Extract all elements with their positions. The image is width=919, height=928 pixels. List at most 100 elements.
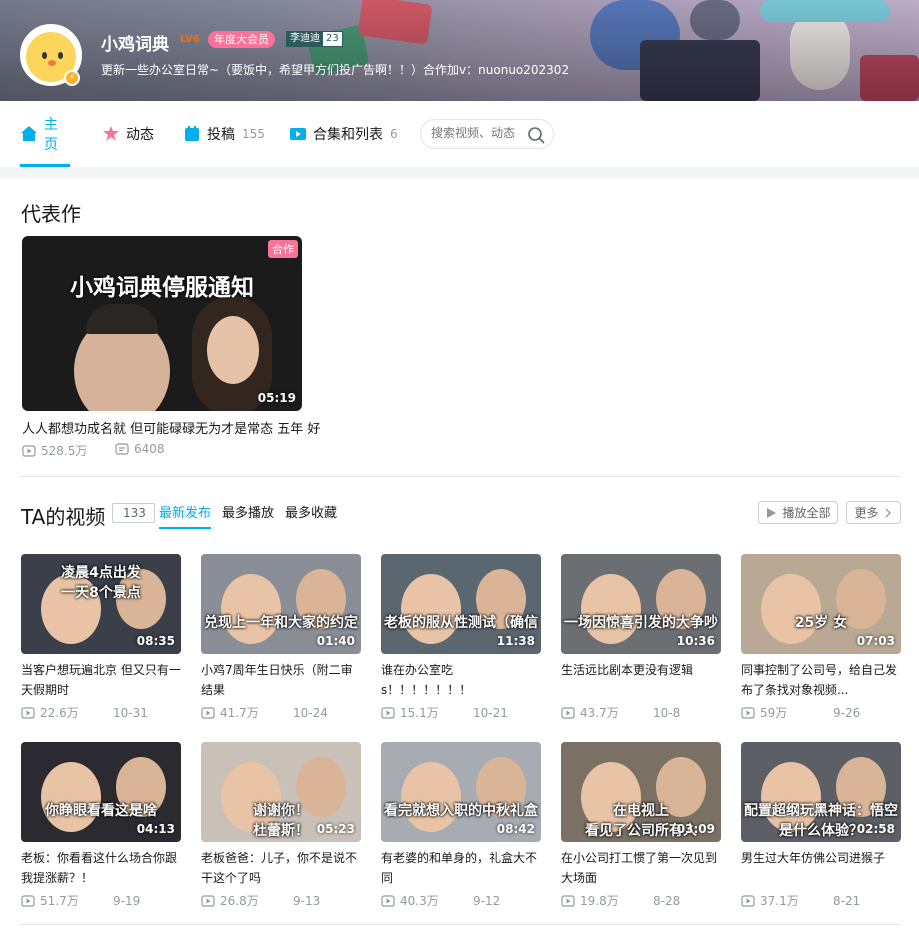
video-card[interactable]: 25岁 女 07:03 同事控制了公司号，给自己发布了条找对象视频... 59万 9-2…: [741, 554, 901, 724]
video-card[interactable]: 凌晨4点出发 一天8个景点 08:35 当客户想玩遍北京 但又只有一天假期时 22.6…: [21, 554, 181, 724]
cover-person: [761, 574, 821, 644]
play-all-button[interactable]: 播放全部: [758, 501, 838, 524]
play-icon: [201, 894, 215, 907]
tab-collections[interactable]: 合集和列表 6: [289, 101, 398, 167]
video-meta: 40.3万 9-12: [381, 892, 541, 909]
video-thumbnail[interactable]: 配置超纲玩黑神话：悟空 是什么体验？ 02:58: [741, 742, 901, 842]
sort-most-played[interactable]: 最多播放: [222, 502, 274, 521]
play-icon: [561, 706, 575, 719]
video-thumbnail[interactable]: 老板的服从性测试（确信 11:38: [381, 554, 541, 654]
video-date: 9-26: [833, 705, 861, 720]
video-thumbnail[interactable]: 兑现上一年和大家的约定 01:40: [201, 554, 361, 654]
video-plays: 40.3万: [400, 894, 439, 908]
video-duration: 01:40: [316, 634, 355, 648]
cover-person: [401, 574, 461, 644]
video-thumbnail[interactable]: 你睁眼看看这是啥 04:13: [21, 742, 181, 842]
vip-badge[interactable]: 年度大会员: [208, 31, 275, 48]
upload-icon: [183, 125, 201, 143]
danmaku-icon: [115, 443, 129, 455]
video-thumbnail[interactable]: 25岁 女 07:03: [741, 554, 901, 654]
more-label: 更多: [854, 506, 879, 520]
video-duration: 05:23: [316, 822, 355, 836]
play-icon: [201, 706, 215, 719]
collab-tag: 合作: [268, 240, 298, 258]
video-plays: 19.8万: [580, 894, 619, 908]
video-title[interactable]: 谁在办公室吃s！！！！！！！: [381, 660, 543, 700]
video-duration: 04:13: [136, 822, 175, 836]
video-thumbnail[interactable]: 看完就想入职的中秋礼盒 08:42: [381, 742, 541, 842]
video-date: 10-21: [473, 705, 508, 720]
sort-latest[interactable]: 最新发布: [159, 502, 212, 529]
dynamic-icon: [102, 125, 120, 143]
video-duration: 05:19: [257, 391, 296, 405]
video-plays: 22.6万: [40, 706, 79, 720]
video-title[interactable]: 同事控制了公司号，给自己发布了条找对象视频...: [741, 660, 903, 700]
cover-person: [221, 574, 281, 644]
tab-uploads[interactable]: 投稿 155: [183, 101, 265, 167]
video-thumbnail[interactable]: 凌晨4点出发 一天8个景点 08:35: [21, 554, 181, 654]
video-card[interactable]: 配置超纲玩黑神话：悟空 是什么体验？ 02:58 男生过大年仿佛公司进猴子 37.1万…: [741, 742, 901, 912]
fan-medal-level: 23: [323, 32, 342, 46]
videos-count-badge: 133: [112, 503, 155, 523]
video-meta: 59万 9-26: [741, 704, 901, 721]
search-input[interactable]: [431, 126, 523, 140]
video-card[interactable]: 兑现上一年和大家的约定 01:40 小鸡7周年生日快乐（附二审结果 41.7万 10-2…: [201, 554, 361, 724]
video-thumbnail[interactable]: 谢谢你！ 杜蕾斯！ 05:23: [201, 742, 361, 842]
video-card[interactable]: 一场因惊喜引发的大争吵 10:36 生活远比剧本更没有逻辑 43.7万 10-8: [561, 554, 721, 724]
video-duration: 03:09: [676, 822, 715, 836]
masterpiece-comments-value: 6408: [134, 442, 165, 456]
tab-home[interactable]: 主页: [20, 101, 70, 167]
user-sign: 更新一些办公室日常~（要饭中，希望甲方们投广告啊！！）合作加v：nuonuo20…: [101, 63, 570, 77]
video-date: 10-31: [113, 705, 148, 720]
video-date: 10-8: [653, 705, 681, 720]
video-duration: 10:36: [676, 634, 715, 648]
video-cover-text: 凌晨4点出发 一天8个景点: [61, 565, 141, 601]
cover-person: [401, 762, 461, 832]
video-duration: 11:38: [496, 634, 535, 648]
search-box[interactable]: [420, 119, 554, 149]
video-card[interactable]: 谢谢你！ 杜蕾斯！ 05:23 老板爸爸：儿子，你不是说不干这个了吗 26.8万 9-1…: [201, 742, 361, 912]
video-card[interactable]: 在电视上 看见了公司所有人 03:09 在小公司打工惯了第一次见到大场面 19.8万 8…: [561, 742, 721, 912]
play-icon: [21, 894, 35, 907]
masterpiece-cover[interactable]: 小鸡词典停服通知 合作 05:19: [22, 236, 302, 411]
video-thumbnail[interactable]: 在电视上 看见了公司所有人 03:09: [561, 742, 721, 842]
play-icon: [741, 894, 755, 907]
video-title[interactable]: 小鸡7周年生日快乐（附二审结果: [201, 660, 363, 700]
video-card[interactable]: 看完就想入职的中秋礼盒 08:42 有老婆的和单身的，礼盒大不同 40.3万 9-12: [381, 742, 541, 912]
play-icon: [561, 894, 575, 907]
play-icon: [381, 894, 395, 907]
video-title[interactable]: 老板：你看看这什么场合你跟我提涨薪？！: [21, 848, 183, 888]
video-thumbnail[interactable]: 一场因惊喜引发的大争吵 10:36: [561, 554, 721, 654]
video-title[interactable]: 在小公司打工惯了第一次见到大场面: [561, 848, 723, 888]
video-card[interactable]: 你睁眼看看这是啥 04:13 老板：你看看这什么场合你跟我提涨薪？！ 51.7万 9-1…: [21, 742, 181, 912]
play-all-label: 播放全部: [782, 506, 831, 520]
verified-badge-icon: ⚡: [64, 70, 80, 86]
more-button[interactable]: 更多: [846, 501, 901, 524]
fan-medal[interactable]: 李迪迪 23: [286, 31, 343, 47]
video-date: 8-28: [653, 893, 681, 908]
video-date: 8-21: [833, 893, 861, 908]
video-meta: 37.1万 8-21: [741, 892, 901, 909]
video-date: 9-13: [293, 893, 321, 908]
video-date: 9-12: [473, 893, 501, 908]
masterpiece-title[interactable]: 人人都想功成名就 但可能碌碌无为才是常态 五年 好: [22, 418, 320, 437]
video-card[interactable]: 老板的服从性测试（确信 11:38 谁在办公室吃s！！！！！！！ 15.1万 10-21: [381, 554, 541, 724]
video-title[interactable]: 当客户想玩遍北京 但又只有一天假期时: [21, 660, 183, 700]
tab-home-label: 主页: [44, 117, 58, 153]
avatar-eye: [58, 52, 63, 59]
video-title[interactable]: 男生过大年仿佛公司进猴子: [741, 848, 903, 888]
sort-most-favorited[interactable]: 最多收藏: [285, 502, 337, 521]
chevron-right-icon: [885, 508, 891, 517]
tab-dynamic[interactable]: 动态: [102, 101, 154, 167]
search-icon[interactable]: [527, 126, 545, 144]
video-date: 9-19: [113, 893, 141, 908]
video-title[interactable]: 老板爸爸：儿子，你不是说不干这个了吗: [201, 848, 363, 888]
user-name[interactable]: 小鸡词典: [101, 30, 169, 55]
avatar-beak: [48, 60, 56, 66]
section-divider: [20, 476, 900, 477]
video-title[interactable]: 生活远比剧本更没有逻辑: [561, 660, 723, 700]
video-plays: 37.1万: [760, 894, 799, 908]
cover-hair: [86, 304, 158, 334]
video-title[interactable]: 有老婆的和单身的，礼盒大不同: [381, 848, 543, 888]
tab-collections-count: 6: [390, 127, 398, 141]
